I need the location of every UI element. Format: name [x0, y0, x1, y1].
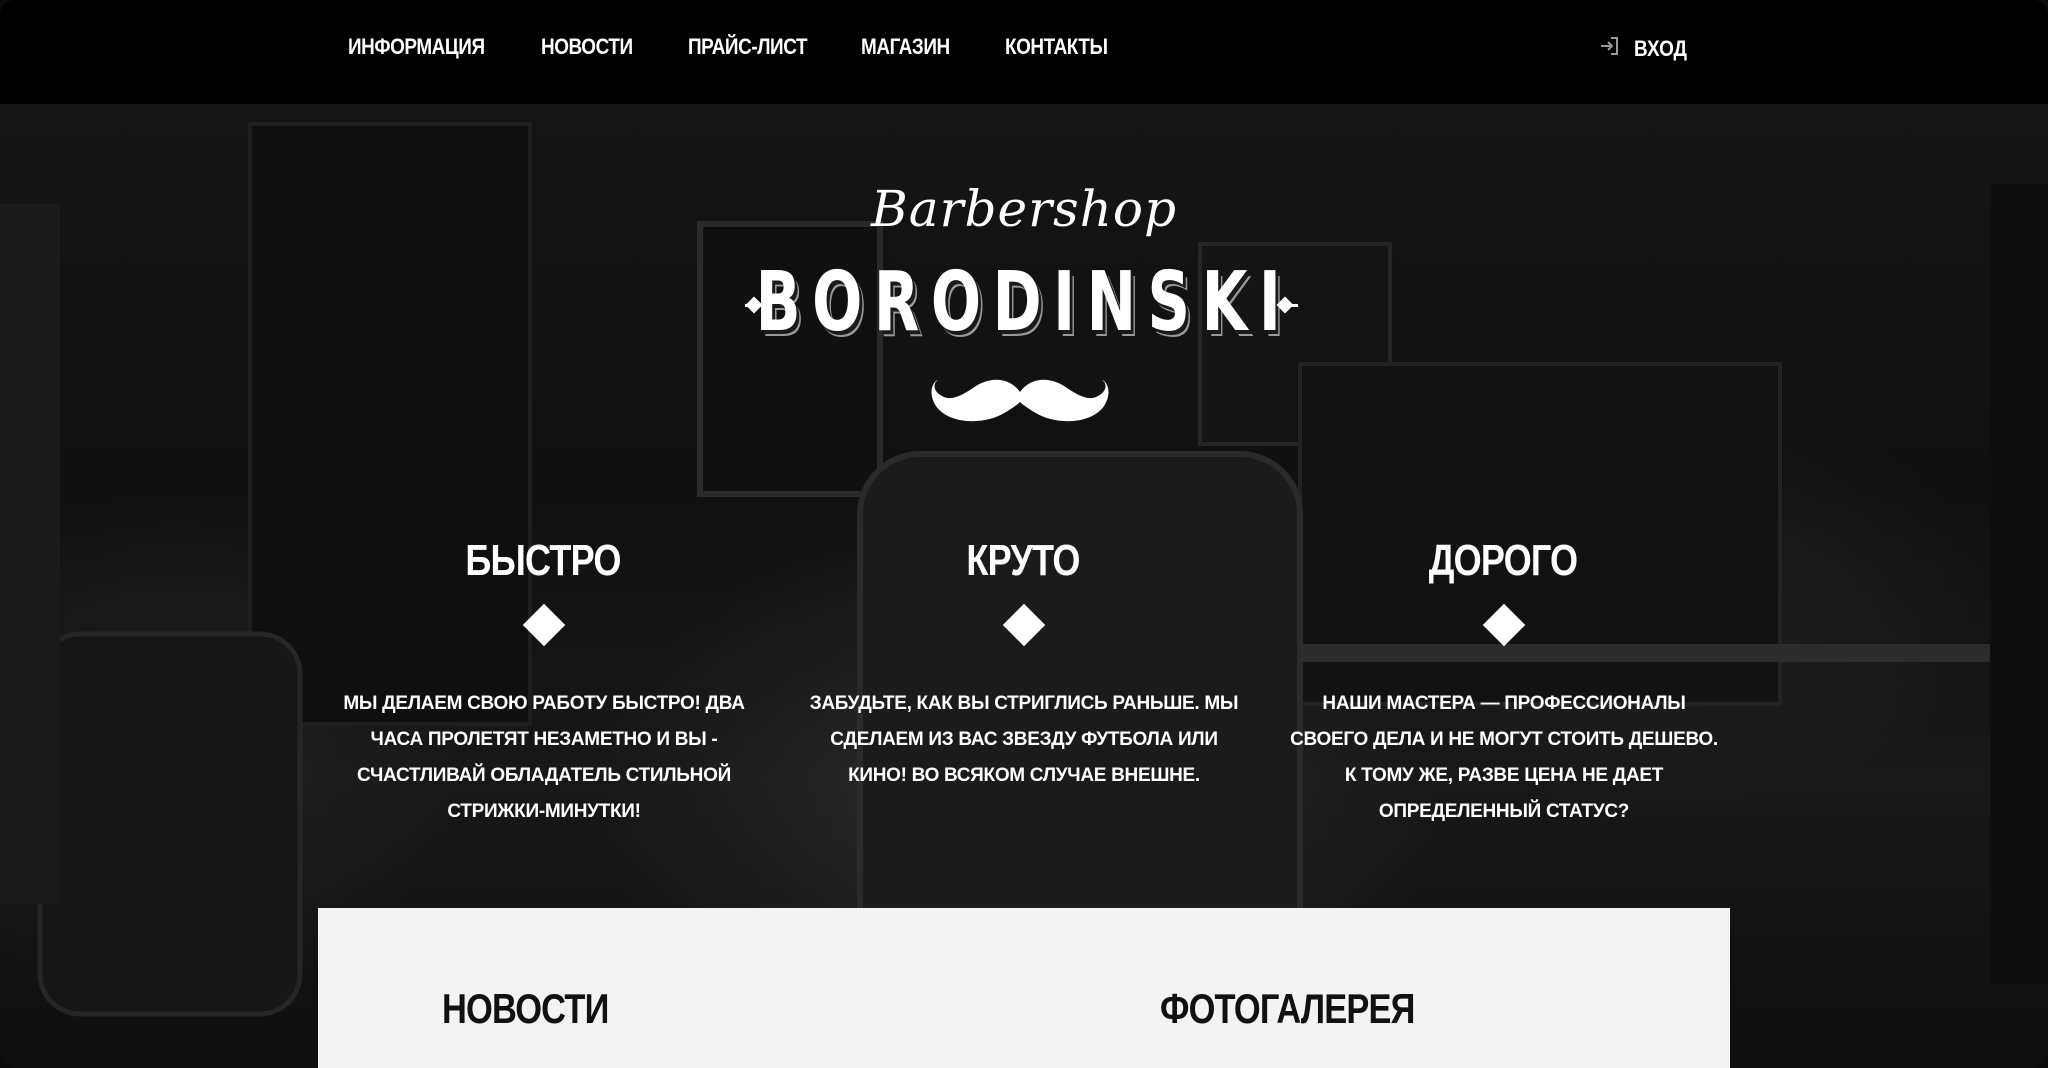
- browser-page: ИНФОРМАЦИЯ НОВОСТИ ПРАЙС-ЛИСТ МАГАЗИН КО…: [0, 0, 2048, 1068]
- feature-title: ДОРОГО: [1428, 536, 1578, 585]
- feature-text: НАШИ МАСТЕРА — ПРОФЕССИОНАЛЫ СВОЕГО ДЕЛА…: [1290, 693, 1718, 822]
- nav-item-price-list[interactable]: ПРАЙС-ЛИСТ: [688, 34, 808, 60]
- nav-item-contacts[interactable]: КОНТАКТЫ: [1005, 34, 1108, 60]
- feature-title: БЫСТРО: [465, 536, 621, 585]
- main-navbar: ИНФОРМАЦИЯ НОВОСТИ ПРАЙС-ЛИСТ МАГАЗИН КО…: [0, 0, 2048, 104]
- logo-name-text: BORODINSKI: [755, 255, 1293, 350]
- nav-item-shop[interactable]: МАГАЗИН: [861, 34, 950, 60]
- login-label: ВХОД: [1634, 35, 1688, 61]
- login-button[interactable]: ВХОД: [1598, 34, 1696, 63]
- nav-item-info[interactable]: ИНФОРМАЦИЯ: [348, 34, 485, 60]
- logo-script-text: Barbershop: [871, 180, 1177, 238]
- nav-item-news[interactable]: НОВОСТИ: [541, 34, 633, 60]
- gallery-heading: ФОТОГАЛЕРЕЯ: [1160, 985, 1415, 1032]
- login-icon: [1598, 34, 1622, 63]
- feature-text: МЫ ДЕЛАЕМ СВОЮ РАБОТУ БЫСТРО! ДВА ЧАСА П…: [343, 693, 745, 822]
- news-heading: НОВОСТИ: [442, 985, 609, 1032]
- feature-text: ЗАБУДЬТЕ, КАК ВЫ СТРИГЛИСЬ РАНЬШЕ. МЫ СД…: [809, 693, 1239, 786]
- feature-title: КРУТО: [966, 536, 1080, 585]
- content-panel: НОВОСТИ ФОТОГАЛЕРЕЯ: [318, 908, 1730, 1068]
- mustache-icon: [930, 372, 1110, 437]
